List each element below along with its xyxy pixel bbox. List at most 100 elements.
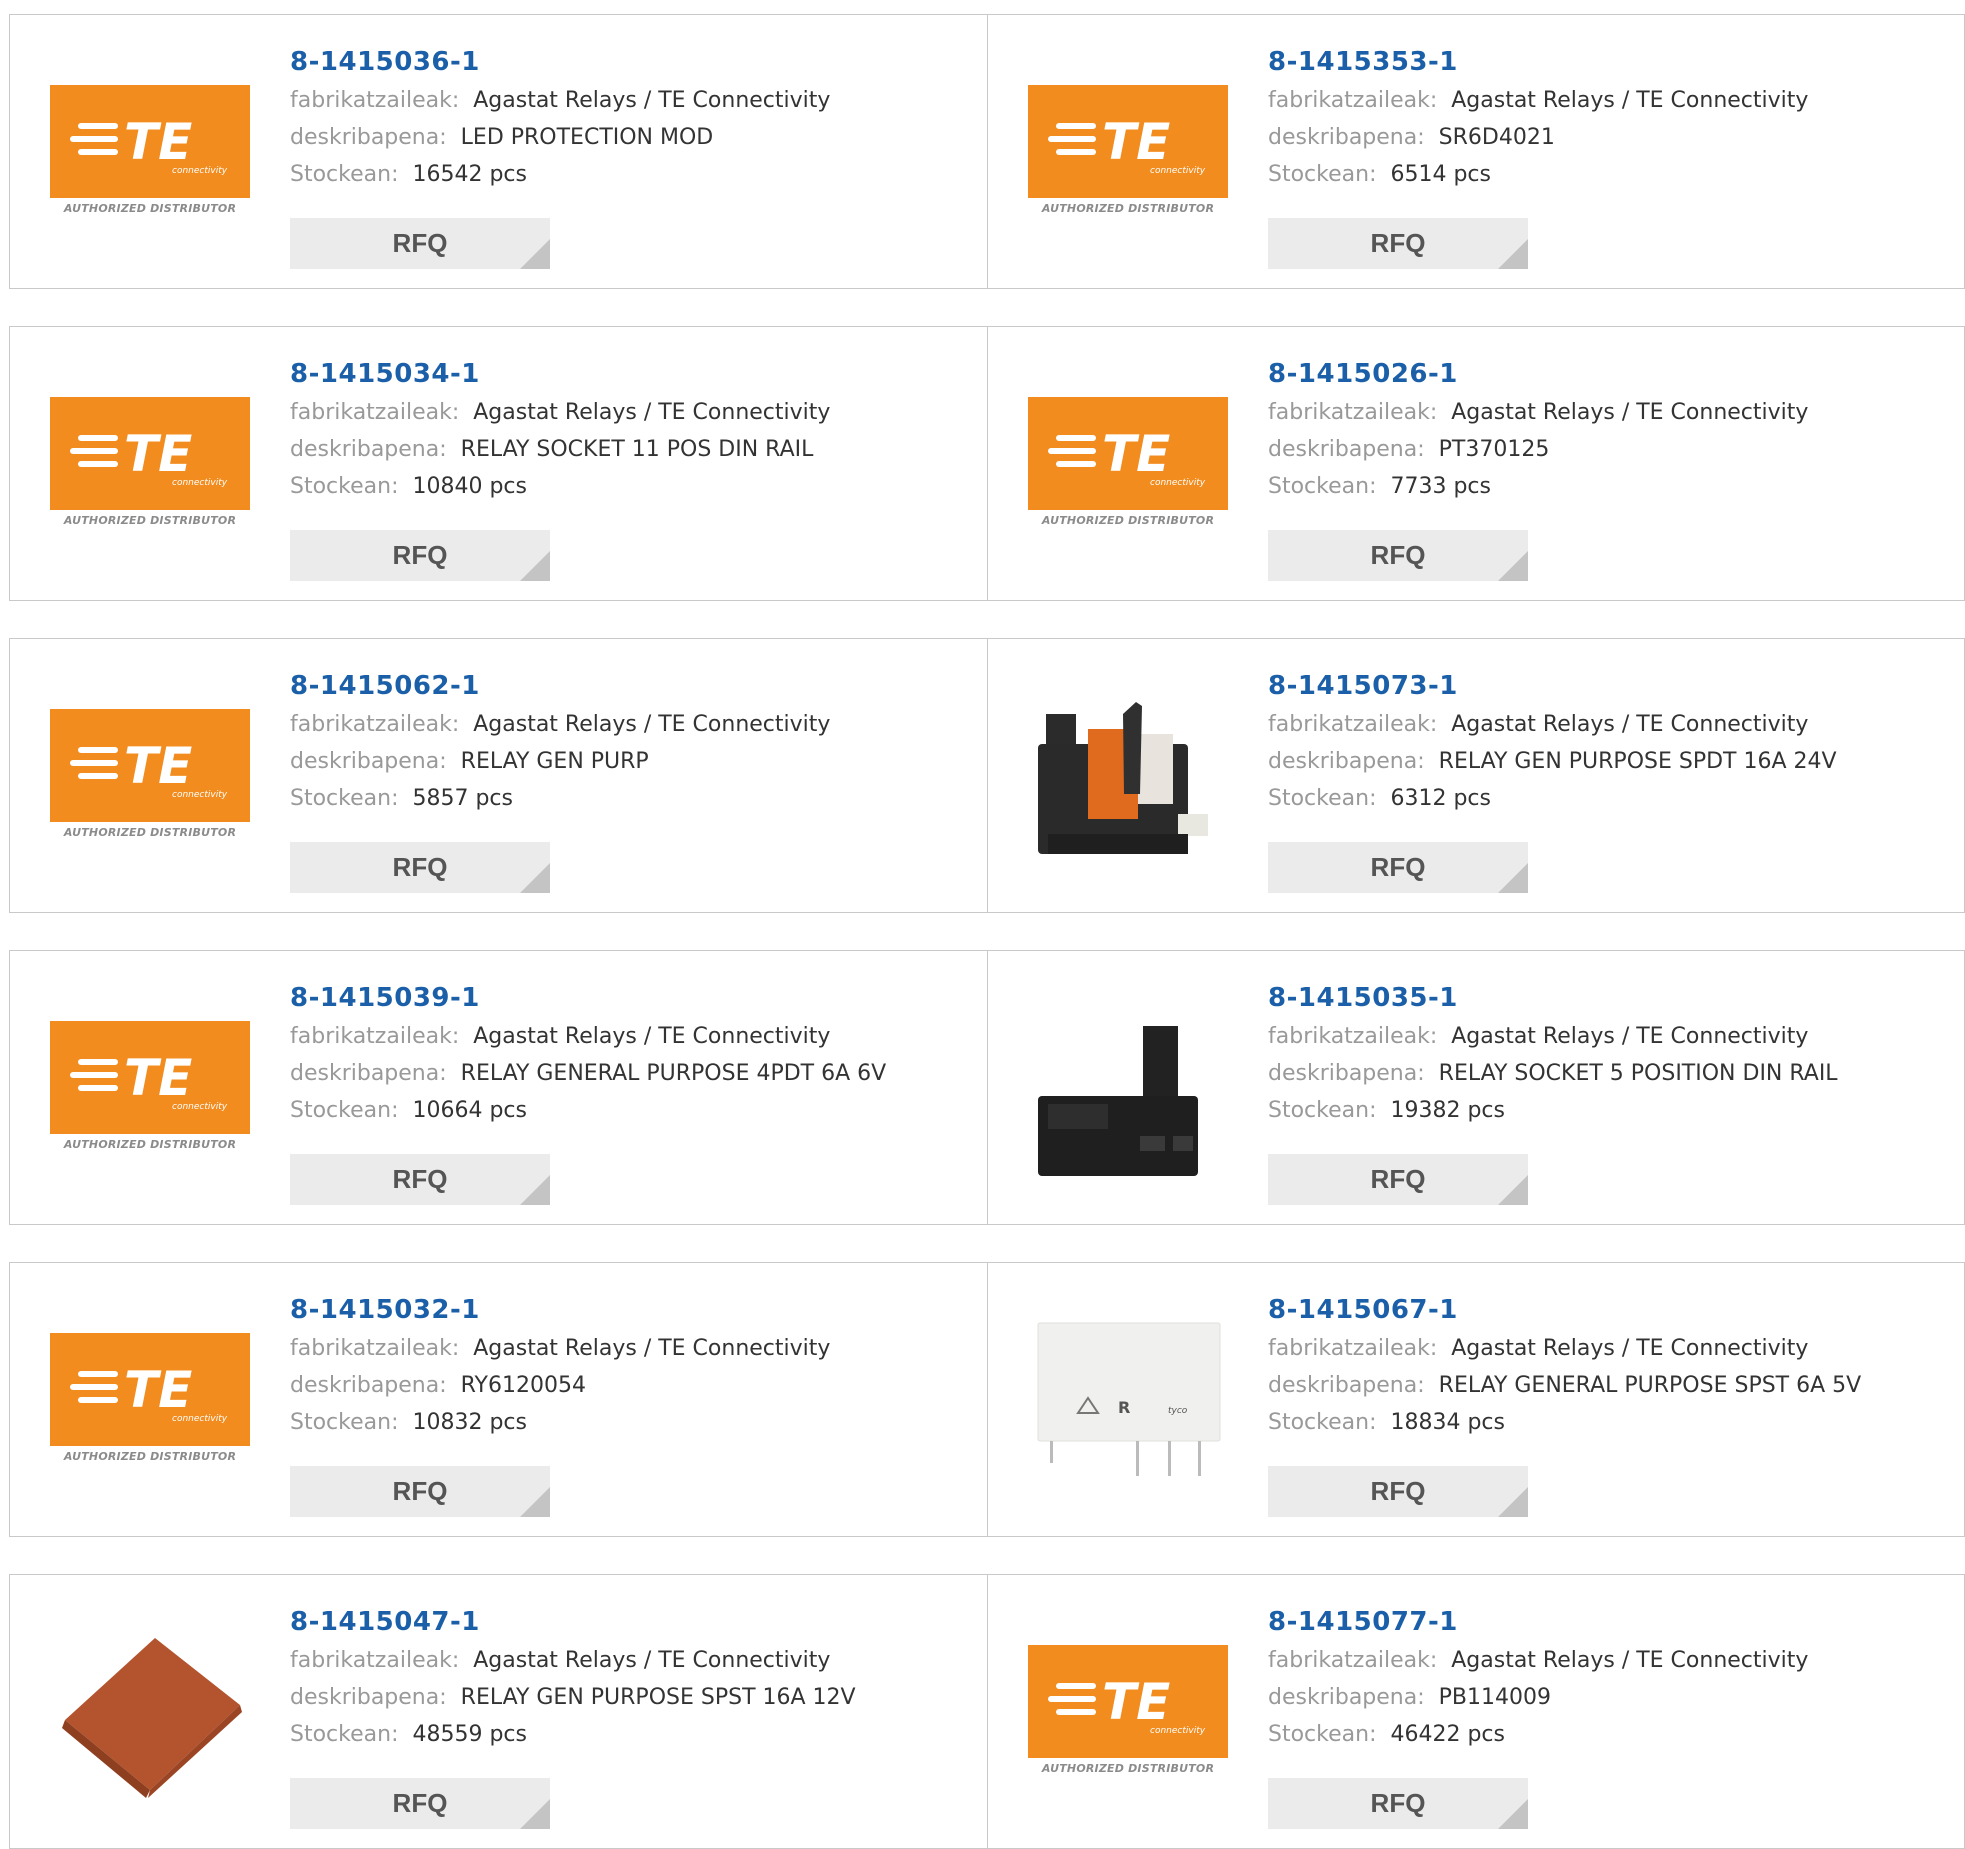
description-label: deskribapena: [1268, 1373, 1425, 1398]
te-connectivity-logo: TE connectivity AUTHORIZED DISTRIBUTOR [50, 397, 250, 527]
product-image[interactable]: TE connectivity AUTHORIZED DISTRIBUTOR [1028, 50, 1228, 250]
manufacturer-label: fabrikatzaileak: [1268, 400, 1438, 425]
product-image[interactable] [50, 1610, 250, 1810]
manufacturer-label: fabrikatzaileak: [1268, 88, 1438, 113]
part-number-link[interactable]: 8-1415036-1 [290, 42, 830, 82]
manufacturer-row: fabrikatzaileak: Agastat Relays / TE Conn… [290, 1642, 856, 1679]
description-row: deskribapena: RELAY GEN PURP [290, 743, 830, 780]
rfq-label: RFQ [1370, 1164, 1426, 1194]
part-number-link[interactable]: 8-1415039-1 [290, 978, 886, 1018]
rfq-button[interactable]: RFQ [290, 1466, 550, 1517]
rfq-button[interactable]: RFQ [290, 1778, 550, 1829]
stock-row: Stockean: 6312 pcs [1268, 780, 1837, 817]
manufacturer-label: fabrikatzaileak: [290, 400, 460, 425]
rfq-button[interactable]: RFQ [1268, 1778, 1528, 1829]
svg-text:R: R [1118, 1398, 1130, 1417]
authorized-distributor-tag: AUTHORIZED DISTRIBUTOR [1041, 1762, 1215, 1775]
stock-label: Stockean: [1268, 1098, 1377, 1123]
te-logo-mark-icon: TEconnectivity [70, 1049, 228, 1112]
product-info: 8-1415047-1 fabrikatzaileak: Agastat Relay… [290, 1602, 856, 1753]
rfq-button[interactable]: RFQ [290, 218, 550, 269]
white-relay-photo: Rtyco [1028, 1298, 1228, 1498]
description-row: deskribapena: RELAY GENERAL PURPOSE SPST … [1268, 1367, 1861, 1404]
rfq-button[interactable]: RFQ [1268, 1154, 1528, 1205]
part-number-link[interactable]: 8-1415034-1 [290, 354, 830, 394]
product-image[interactable]: TE connectivity AUTHORIZED DISTRIBUTOR [50, 50, 250, 250]
description-row: deskribapena: SR6D4021 [1268, 119, 1808, 156]
product-card: 8-1415073-1 fabrikatzaileak: Agastat Relay… [987, 638, 1965, 913]
manufacturer-row: fabrikatzaileak: Agastat Relays / TE Conn… [1268, 1330, 1861, 1367]
description-row: deskribapena: LED PROTECTION MOD [290, 119, 830, 156]
rfq-button[interactable]: RFQ [1268, 1466, 1528, 1517]
manufacturer-row: fabrikatzaileak: Agastat Relays / TE Conn… [1268, 1018, 1838, 1055]
te-logo-box: TE connectivity [1028, 397, 1228, 510]
manufacturer-label: fabrikatzaileak: [1268, 712, 1438, 737]
description-value: RELAY GEN PURPOSE SPST 16A 12V [460, 1685, 856, 1710]
product-info: 8-1415036-1 fabrikatzaileak: Agastat Relay… [290, 42, 830, 193]
product-image[interactable] [1028, 986, 1228, 1186]
authorized-distributor-tag: AUTHORIZED DISTRIBUTOR [1041, 514, 1215, 527]
te-logo-box: TE connectivity [50, 1333, 250, 1446]
te-logo-brand: TE [124, 425, 192, 483]
stock-value: 6312 pcs [1390, 786, 1491, 811]
brown-relay-photo [50, 1610, 250, 1810]
te-logo-subtext: connectivity [1150, 166, 1206, 176]
product-image[interactable]: TE connectivity AUTHORIZED DISTRIBUTOR [50, 986, 250, 1186]
rfq-button[interactable]: RFQ [1268, 218, 1528, 269]
part-number-link[interactable]: 8-1415035-1 [1268, 978, 1838, 1018]
manufacturer-row: fabrikatzaileak: Agastat Relays / TE Conn… [1268, 394, 1808, 431]
manufacturer-label: fabrikatzaileak: [290, 1648, 460, 1673]
part-number-link[interactable]: 8-1415353-1 [1268, 42, 1808, 82]
te-connectivity-logo: TE connectivity AUTHORIZED DISTRIBUTOR [50, 85, 250, 215]
part-number-link[interactable]: 8-1415062-1 [290, 666, 830, 706]
te-logo-subtext: connectivity [1150, 478, 1206, 488]
product-info: 8-1415032-1 fabrikatzaileak: Agastat Relay… [290, 1290, 830, 1441]
rfq-button[interactable]: RFQ [290, 842, 550, 893]
description-label: deskribapena: [1268, 749, 1425, 774]
te-logo-brand: TE [1102, 113, 1170, 171]
description-value: RY6120054 [460, 1373, 586, 1398]
rfq-button[interactable]: RFQ [1268, 842, 1528, 893]
rfq-button[interactable]: RFQ [290, 1154, 550, 1205]
stock-value: 10664 pcs [412, 1098, 527, 1123]
stock-label: Stockean: [1268, 786, 1377, 811]
product-image[interactable]: TE connectivity AUTHORIZED DISTRIBUTOR [1028, 1610, 1228, 1810]
part-number-link[interactable]: 8-1415047-1 [290, 1602, 856, 1642]
rfq-button[interactable]: RFQ [290, 530, 550, 581]
part-number-link[interactable]: 8-1415073-1 [1268, 666, 1837, 706]
product-image[interactable]: TE connectivity AUTHORIZED DISTRIBUTOR [50, 1298, 250, 1498]
part-number-link[interactable]: 8-1415077-1 [1268, 1602, 1808, 1642]
rfq-corner-triangle [520, 1487, 550, 1517]
rfq-corner-triangle [520, 863, 550, 893]
product-image[interactable]: TE connectivity AUTHORIZED DISTRIBUTOR [50, 674, 250, 874]
white-relay-icon: Rtyco [1037, 1322, 1221, 1476]
product-image[interactable]: Rtyco [1028, 1298, 1228, 1498]
description-value: SR6D4021 [1438, 125, 1555, 150]
rfq-corner-triangle [520, 239, 550, 269]
product-image[interactable]: TE connectivity AUTHORIZED DISTRIBUTOR [50, 362, 250, 562]
manufacturer-value: Agastat Relays / TE Connectivity [1451, 1336, 1809, 1361]
part-number-link[interactable]: 8-1415067-1 [1268, 1290, 1861, 1330]
manufacturer-value: Agastat Relays / TE Connectivity [1451, 1648, 1809, 1673]
product-card: TE connectivity AUTHORIZED DISTRIBUTOR 8-14… [987, 1574, 1965, 1849]
stock-row: Stockean: 6514 pcs [1268, 156, 1808, 193]
te-connectivity-logo: TE connectivity AUTHORIZED DISTRIBUTOR [1028, 397, 1228, 527]
te-logo-mark-icon: TEconnectivity [70, 737, 228, 800]
product-image[interactable] [1028, 674, 1228, 874]
description-label: deskribapena: [290, 437, 447, 462]
brown-relay-icon [62, 1638, 242, 1798]
stock-value: 7733 pcs [1390, 474, 1491, 499]
part-number-link[interactable]: 8-1415032-1 [290, 1290, 830, 1330]
description-row: deskribapena: RELAY GEN PURPOSE SPST 16A … [290, 1679, 856, 1716]
relay-with-socket-photo [1028, 674, 1228, 874]
rfq-button[interactable]: RFQ [1268, 530, 1528, 581]
te-logo-brand: TE [124, 113, 192, 171]
stock-label: Stockean: [290, 1098, 399, 1123]
product-image[interactable]: TE connectivity AUTHORIZED DISTRIBUTOR [1028, 362, 1228, 562]
description-label: deskribapena: [290, 1061, 447, 1086]
te-logo-subtext: connectivity [172, 790, 228, 800]
manufacturer-row: fabrikatzaileak: Agastat Relays / TE Conn… [1268, 706, 1837, 743]
part-number-link[interactable]: 8-1415026-1 [1268, 354, 1808, 394]
te-logo-box: TE connectivity [1028, 1645, 1228, 1758]
stock-row: Stockean: 18834 pcs [1268, 1404, 1861, 1441]
